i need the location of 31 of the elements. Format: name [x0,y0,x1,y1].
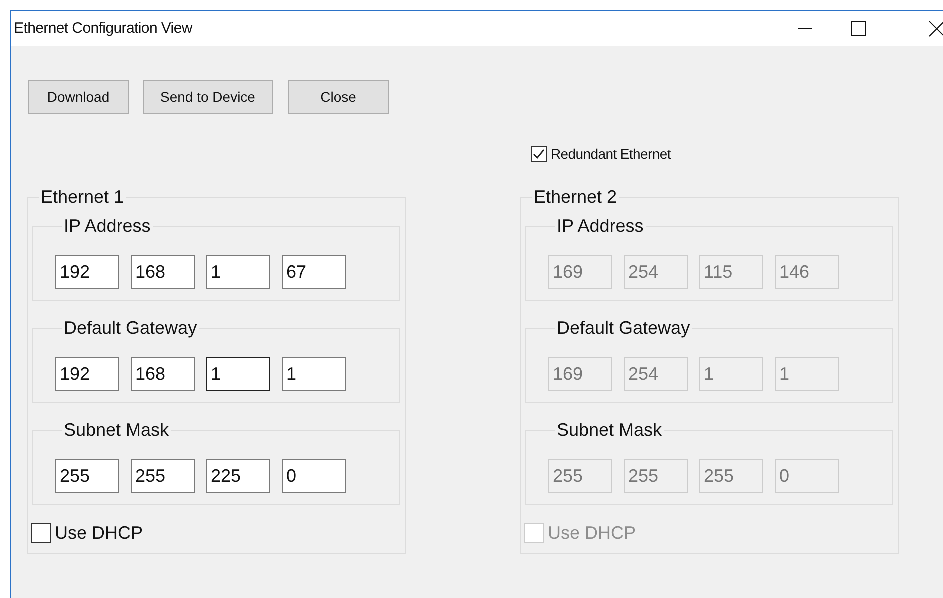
checkbox-label: Use DHCP [55,522,144,544]
checkbox[interactable] [531,146,547,162]
input-field[interactable]: 255 [130,459,194,493]
input-field[interactable]: 67 [282,255,346,289]
input-field[interactable]: 1 [282,357,346,391]
close-icon[interactable] [929,20,943,36]
input-field[interactable]: 192 [55,357,119,391]
checkbox-label: Redundant Ethernet [551,146,671,162]
section-title: Subnet Mask [556,420,664,440]
input-field[interactable]: 168 [130,357,194,391]
input-field[interactable]: 1 [206,255,270,289]
checkbox[interactable] [31,523,51,543]
checkbox-label: Use DHCP [548,522,636,544]
section-title: IP Address [556,216,645,236]
window-title: Ethernet Configuration View [13,20,192,37]
section-title: Default Gateway [556,318,692,338]
group-title: Ethernet 1 [40,187,126,207]
section-title: Default Gateway [63,318,198,338]
section-title: IP Address [63,216,152,236]
group-title: Ethernet 2 [533,187,618,207]
send-button[interactable]: Send to Device [143,80,273,114]
input-field[interactable]: 168 [130,255,194,289]
input-field[interactable]: 255 [55,459,119,493]
maximize-icon[interactable] [851,21,866,36]
input-field[interactable]: 1 [206,357,270,391]
section-title: Subnet Mask [63,420,170,440]
input-field[interactable]: 225 [206,459,270,493]
input-field[interactable]: 192 [55,255,119,289]
input-field[interactable]: 0 [282,459,346,493]
download-button[interactable]: Download [28,80,129,114]
close-button[interactable]: Close [288,80,389,114]
